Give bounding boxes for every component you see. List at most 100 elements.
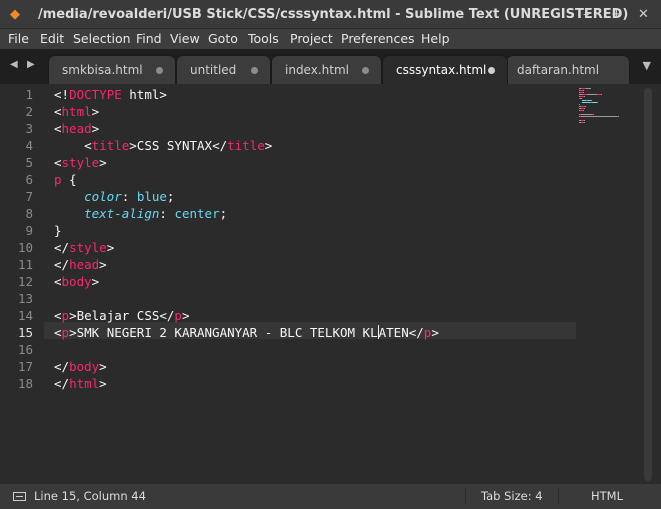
tab-size-selector[interactable]: Tab Size: 4 (481, 484, 543, 509)
code-line: </body> (54, 358, 107, 375)
line-number: 1 (25, 87, 33, 102)
minimap-stripe (601, 94, 602, 95)
minimap-stripe (580, 98, 582, 99)
tab-label: untitled (190, 63, 237, 77)
panel-toggle-icon[interactable] (13, 492, 26, 501)
code-token: blue (136, 189, 167, 204)
line-number: 16 (17, 342, 33, 357)
code-token: DOCTYPE (69, 87, 122, 102)
code-token: : (121, 189, 137, 204)
code-token: text-align (84, 206, 160, 221)
menu-view[interactable]: View (170, 29, 200, 49)
code-token: </ (54, 376, 70, 391)
menu-selection[interactable]: Selection (73, 29, 131, 49)
line-number-gutter: 1 2 3 4 5 6 7 8 9 10 11 12 13 14 15 16 17 18 (0, 86, 44, 483)
minimap-stripe (582, 102, 590, 103)
code-token: title (91, 138, 130, 153)
code-token: > (99, 359, 107, 374)
code-line: <body> (54, 273, 99, 290)
menu-file[interactable]: File (8, 29, 29, 49)
code-token: ; (219, 206, 228, 221)
menu-edit[interactable]: Edit (40, 29, 64, 49)
minimap-stripe (584, 120, 585, 121)
code-line: <!DOCTYPE html> (54, 86, 167, 103)
window-title: /media/revoalderi/USB Stick/CSS/csssynta… (38, 7, 629, 22)
tab-next-icon[interactable]: ▶ (27, 59, 35, 70)
tab-overflow-icon[interactable]: ▼ (643, 59, 651, 72)
minimap-stripe (597, 102, 598, 103)
code-token: { (61, 172, 77, 187)
minimap-stripe (587, 94, 597, 95)
code-line: </html> (54, 375, 107, 392)
code-token: > (99, 257, 107, 272)
title-bar: ◆ /media/revoalderi/USB Stick/CSS/csssyn… (0, 0, 661, 29)
code-line: color: blue; (54, 188, 174, 205)
code-token: > (106, 240, 115, 255)
code-token: center (174, 206, 220, 221)
menu-find[interactable]: Find (136, 29, 162, 49)
code-token: style (61, 155, 100, 170)
line-number: 17 (17, 359, 33, 374)
code-token: < (54, 274, 62, 289)
minimap-stripe (581, 114, 592, 115)
code-line: </head> (54, 256, 107, 273)
code-line: <html> (54, 103, 99, 120)
line-number: 5 (25, 155, 33, 170)
code-token: body (61, 274, 92, 289)
syntax-selector[interactable]: HTML (591, 484, 623, 509)
code-token: html> (121, 87, 167, 102)
tab-untitled[interactable]: untitled (176, 55, 271, 84)
code-token: > (99, 376, 107, 391)
status-divider (465, 488, 466, 505)
tab-prev-icon[interactable]: ◀ (10, 59, 18, 70)
menu-tools[interactable]: Tools (248, 29, 279, 49)
code-token: >CSS SYNTAX</ (129, 138, 228, 153)
menu-help[interactable]: Help (421, 29, 450, 49)
maximize-button[interactable]: + (611, 0, 622, 29)
minimap-stripe (591, 100, 592, 101)
line-number: 7 (25, 189, 33, 204)
minimap-stripe (593, 114, 594, 115)
menu-project[interactable]: Project (290, 29, 333, 49)
minimap[interactable] (576, 86, 642, 483)
code-line: <style> (54, 154, 107, 171)
line-number: 6 (25, 172, 33, 187)
tab-daftaran[interactable]: daftaran.html (506, 55, 630, 84)
code-token: < (54, 138, 92, 153)
minimap-stripe (584, 122, 585, 123)
code-token: </ (54, 240, 70, 255)
minimize-button[interactable]: – (583, 0, 590, 29)
vertical-scrollbar[interactable] (644, 88, 652, 481)
code-token: p (174, 308, 182, 323)
code-token: p (61, 308, 70, 323)
code-token: </ (54, 257, 70, 272)
tab-label: index.html (285, 63, 349, 77)
tab-index[interactable]: index.html (271, 55, 382, 84)
code-token: html (61, 104, 92, 119)
tab-label: daftaran.html (517, 63, 600, 77)
tab-close-icon[interactable] (251, 67, 258, 74)
code-token: >SMK NEGERI 2 KARANGANYAR - BLC TELKOM K… (69, 325, 378, 340)
tab-csssyntax[interactable]: csssyntax.html (382, 55, 508, 84)
menu-goto[interactable]: Goto (208, 29, 238, 49)
tab-close-icon[interactable] (362, 67, 369, 74)
line-number: 11 (17, 257, 33, 272)
code-token: title (227, 138, 265, 153)
line-number: 15 (17, 325, 33, 340)
menu-preferences[interactable]: Preferences (341, 29, 415, 49)
minimap-stripe (579, 104, 580, 105)
code-token: color (84, 189, 122, 204)
tab-close-icon[interactable] (156, 67, 163, 74)
code-token: > (431, 325, 439, 340)
line-number: 2 (25, 104, 33, 119)
close-button[interactable]: ✕ (638, 0, 649, 29)
line-number: 4 (25, 138, 33, 153)
code-token: >Belajar CSS</ (69, 308, 175, 323)
tab-close-icon[interactable] (488, 67, 495, 74)
tab-smkbisa[interactable]: smkbisa.html (48, 55, 176, 84)
code-token: ; (166, 189, 175, 204)
line-number: 8 (25, 206, 33, 221)
code-editor[interactable]: <!DOCTYPE html> <html> <head> <title>CSS S… (44, 86, 576, 483)
code-line: <title>CSS SYNTAX</title> (54, 137, 272, 154)
